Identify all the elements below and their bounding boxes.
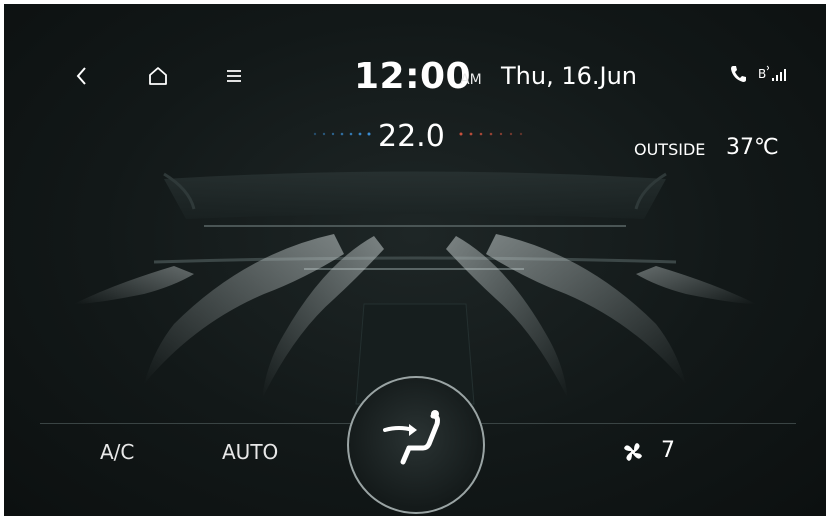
ac-button[interactable]: A/C	[100, 440, 134, 464]
svg-text:B: B	[758, 67, 766, 81]
climate-screen: 12:00 AM Thu, 16.Jun B 22.0 OUTSIDE 37℃ …	[4, 4, 826, 516]
airflow-mode-button[interactable]	[347, 376, 485, 514]
home-button[interactable]	[140, 58, 176, 94]
fan-level[interactable]: 7	[661, 438, 675, 463]
menu-icon	[227, 70, 241, 82]
fan-icon[interactable]	[621, 440, 645, 464]
clock-date: Thu, 16.Jun	[501, 62, 638, 90]
clock-ampm: AM	[460, 72, 482, 88]
back-chevron-icon	[76, 67, 86, 85]
auto-button[interactable]: AUTO	[222, 440, 278, 464]
warm-indicator-dots	[459, 132, 523, 136]
clock-time: 12:00	[354, 56, 472, 97]
menu-button[interactable]	[216, 58, 252, 94]
set-temperature[interactable]: 22.0	[378, 119, 445, 154]
phone-icon	[731, 66, 746, 82]
back-button[interactable]	[64, 58, 100, 94]
airflow-seat-icon	[383, 410, 440, 465]
cool-indicator-dots	[313, 132, 371, 136]
bluetooth-signal-icon: B	[758, 62, 792, 86]
outside-temperature: 37℃	[726, 135, 779, 160]
outside-label: OUTSIDE	[634, 140, 706, 159]
home-icon	[149, 67, 167, 85]
